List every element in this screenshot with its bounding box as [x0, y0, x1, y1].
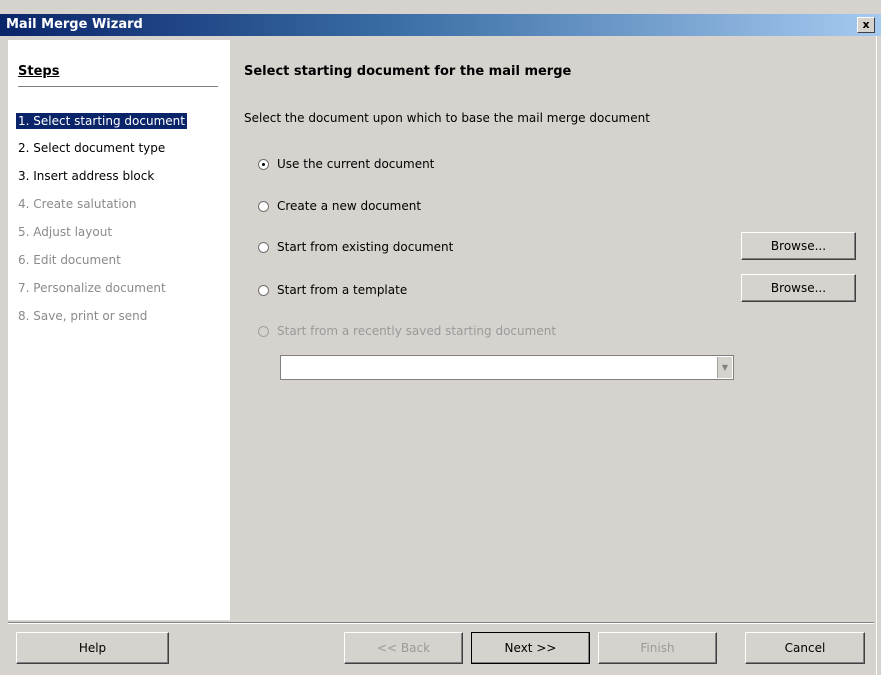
option-start-from-template[interactable]: Start from a template: [258, 283, 407, 297]
option-label: Start from existing document: [277, 240, 454, 254]
radio-button[interactable]: [258, 284, 269, 296]
steps-heading: Steps: [18, 64, 60, 79]
step-create-salutation: 4. Create salutation: [18, 197, 137, 211]
window-edge: [876, 36, 881, 675]
browse-existing-button[interactable]: Browse...: [741, 232, 856, 260]
browse-template-button[interactable]: Browse...: [741, 274, 856, 302]
back-button: << Back: [344, 632, 463, 664]
option-label: Create a new document: [277, 199, 422, 213]
radio-button: [258, 325, 269, 337]
option-use-current-document[interactable]: Use the current document: [258, 157, 434, 171]
window-title: Mail Merge Wizard: [6, 17, 143, 32]
cancel-button[interactable]: Cancel: [745, 632, 865, 664]
finish-button: Finish: [598, 632, 717, 664]
page-description: Select the document upon which to base t…: [244, 111, 650, 125]
radio-button[interactable]: [258, 158, 269, 170]
option-recently-saved: Start from a recently saved starting doc…: [258, 324, 556, 338]
close-button[interactable]: x: [857, 17, 875, 33]
step-insert-address-block[interactable]: 3. Insert address block: [18, 169, 154, 183]
page-title: Select starting document for the mail me…: [244, 64, 572, 79]
step-personalize-document: 7. Personalize document: [18, 281, 166, 295]
radio-button[interactable]: [258, 200, 269, 212]
steps-divider: [18, 86, 218, 87]
mail-merge-wizard-window: Mail Merge Wizard x Steps 1. Select star…: [0, 0, 881, 675]
option-label: Use the current document: [277, 157, 435, 171]
title-bar: Mail Merge Wizard x: [0, 14, 881, 36]
footer-divider: [8, 622, 874, 624]
help-button[interactable]: Help: [16, 632, 169, 664]
option-start-from-existing[interactable]: Start from existing document: [258, 240, 453, 254]
step-select-document-type[interactable]: 2. Select document type: [18, 141, 165, 155]
step-save-print-send: 8. Save, print or send: [18, 309, 148, 323]
chevron-down-icon: ▼: [717, 357, 732, 378]
option-label: Start from a recently saved starting doc…: [277, 324, 557, 338]
step-adjust-layout: 5. Adjust layout: [18, 225, 113, 239]
option-create-new-document[interactable]: Create a new document: [258, 199, 421, 213]
step-edit-document: 6. Edit document: [18, 253, 121, 267]
option-label: Start from a template: [277, 283, 408, 297]
next-button[interactable]: Next >>: [471, 632, 590, 664]
step-select-starting-document[interactable]: 1. Select starting document: [16, 113, 187, 129]
radio-button[interactable]: [258, 241, 269, 253]
recent-documents-dropdown: ▼: [280, 355, 734, 380]
